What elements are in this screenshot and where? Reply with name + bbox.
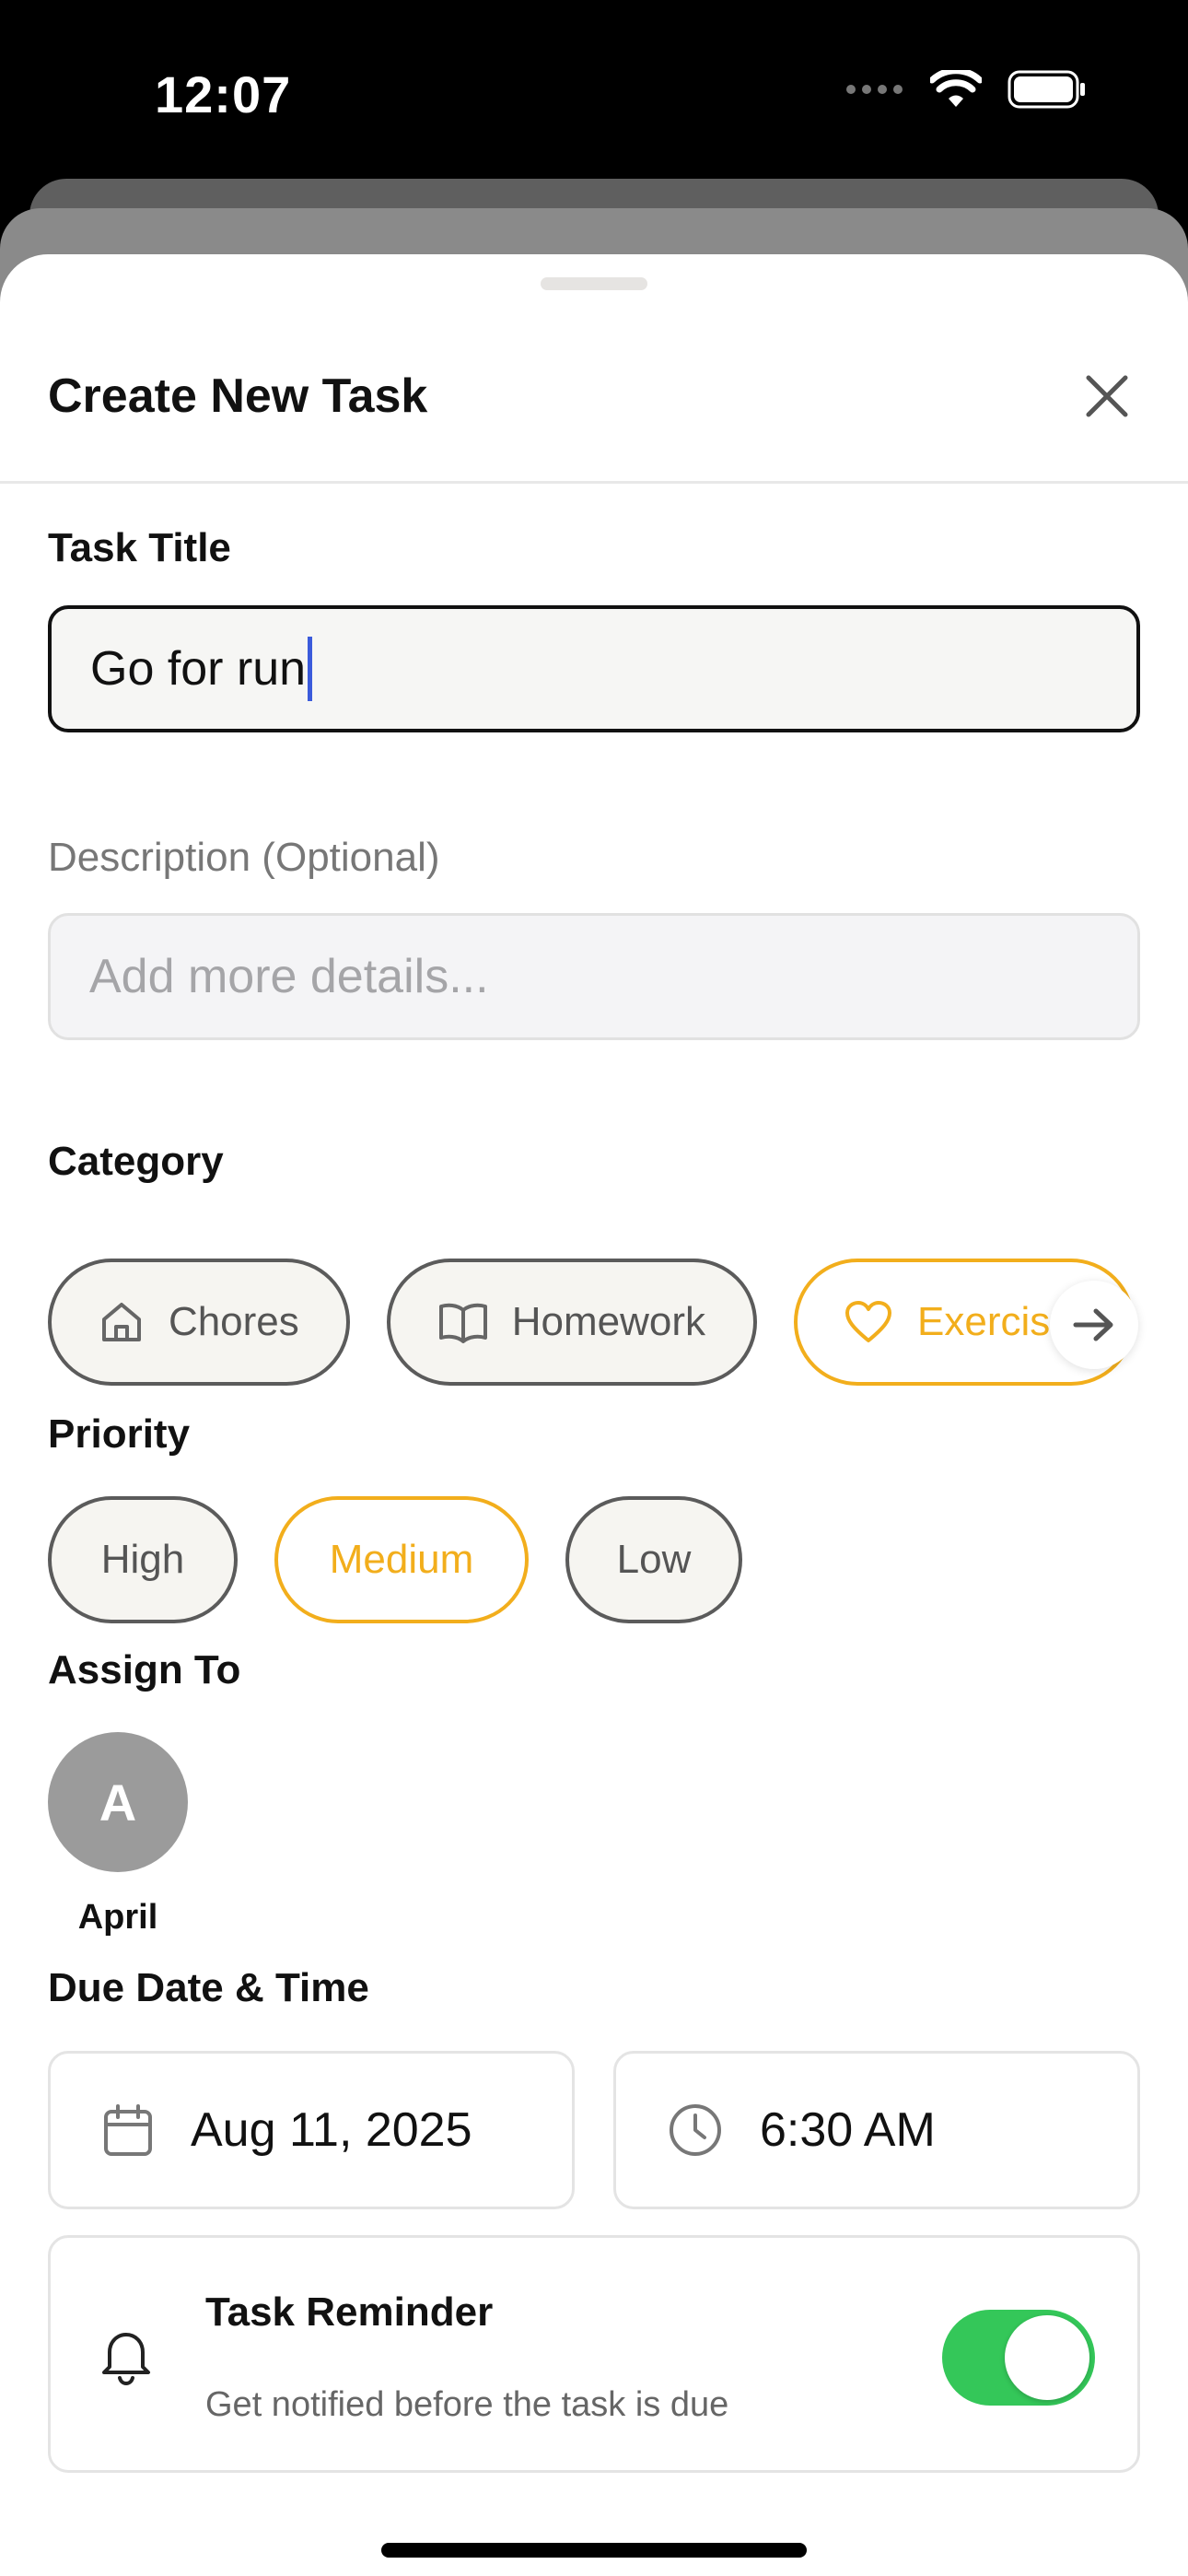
toggle-knob (1005, 2315, 1089, 2400)
status-bar: 12:07 (0, 0, 1188, 175)
category-chips: Chores Homework Exercis (48, 1259, 1135, 1386)
description-input[interactable]: Add more details... (48, 913, 1140, 1040)
category-chip-label: Homework (511, 1299, 705, 1344)
category-chip-chores[interactable]: Chores (48, 1259, 350, 1386)
close-button[interactable] (1074, 363, 1140, 429)
status-time: 12:07 (155, 65, 292, 123)
calendar-icon (104, 2104, 152, 2156)
description-placeholder: Add more details... (89, 950, 489, 1003)
date-picker-button[interactable]: Aug 11, 2025 (48, 2051, 575, 2209)
task-reminder-card: Task Reminder Get notified before the ta… (48, 2235, 1140, 2473)
priority-chip-low[interactable]: Low (565, 1496, 742, 1623)
task-title-input[interactable]: Go for run (48, 605, 1140, 732)
page-title: Create New Task (48, 369, 428, 423)
task-title-label: Task Title (48, 525, 231, 570)
status-icons (845, 70, 1087, 109)
priority-chip-high[interactable]: High (48, 1496, 238, 1623)
clock-icon (670, 2104, 721, 2156)
task-title-value: Go for run (90, 642, 307, 696)
create-task-sheet: Create New Task Task Title Go for run De… (0, 254, 1188, 2576)
reminder-subtitle: Get notified before the task is due (205, 2385, 729, 2424)
arrow-right-icon (1073, 1308, 1113, 1341)
heart-icon (845, 1301, 891, 1342)
category-chip-homework[interactable]: Homework (386, 1259, 757, 1386)
priority-chip-medium[interactable]: Medium (274, 1496, 529, 1623)
avatar-name: April (77, 1898, 158, 1937)
category-label: Category (48, 1139, 224, 1184)
home-icon (101, 1303, 141, 1341)
text-caret (308, 637, 313, 701)
home-indicator (381, 2543, 807, 2558)
battery-icon (1007, 70, 1085, 109)
priority-chips: High Medium Low (48, 1496, 742, 1623)
reminder-toggle[interactable] (942, 2310, 1095, 2406)
sheet-grabber[interactable] (541, 277, 647, 290)
time-picker-button[interactable]: 6:30 AM (613, 2051, 1140, 2209)
avatar-initial: A (99, 1773, 137, 1832)
due-date-value: Aug 11, 2025 (191, 2103, 472, 2157)
priority-chip-label: High (100, 1537, 185, 1582)
assign-label: Assign To (48, 1647, 241, 1692)
close-icon (1086, 375, 1128, 417)
wifi-icon (930, 70, 982, 107)
priority-chip-label: Low (616, 1537, 692, 1582)
category-chip-label: Chores (168, 1299, 299, 1344)
signal-dots-icon (846, 85, 903, 94)
avatar-april[interactable]: A (48, 1732, 188, 1872)
due-label: Due Date & Time (48, 1965, 369, 2010)
description-label: Description (Optional) (48, 835, 440, 880)
due-time-value: 6:30 AM (760, 2103, 936, 2157)
priority-chip-label: Medium (329, 1537, 474, 1582)
priority-label: Priority (48, 1411, 191, 1457)
reminder-title: Task Reminder (205, 2289, 494, 2335)
bell-icon (102, 2333, 150, 2386)
book-icon (438, 1303, 487, 1343)
scroll-right-button[interactable] (1050, 1281, 1138, 1369)
bell-container (99, 2326, 154, 2390)
category-chip-label: Exercis (917, 1299, 1051, 1344)
header-divider (0, 481, 1188, 484)
